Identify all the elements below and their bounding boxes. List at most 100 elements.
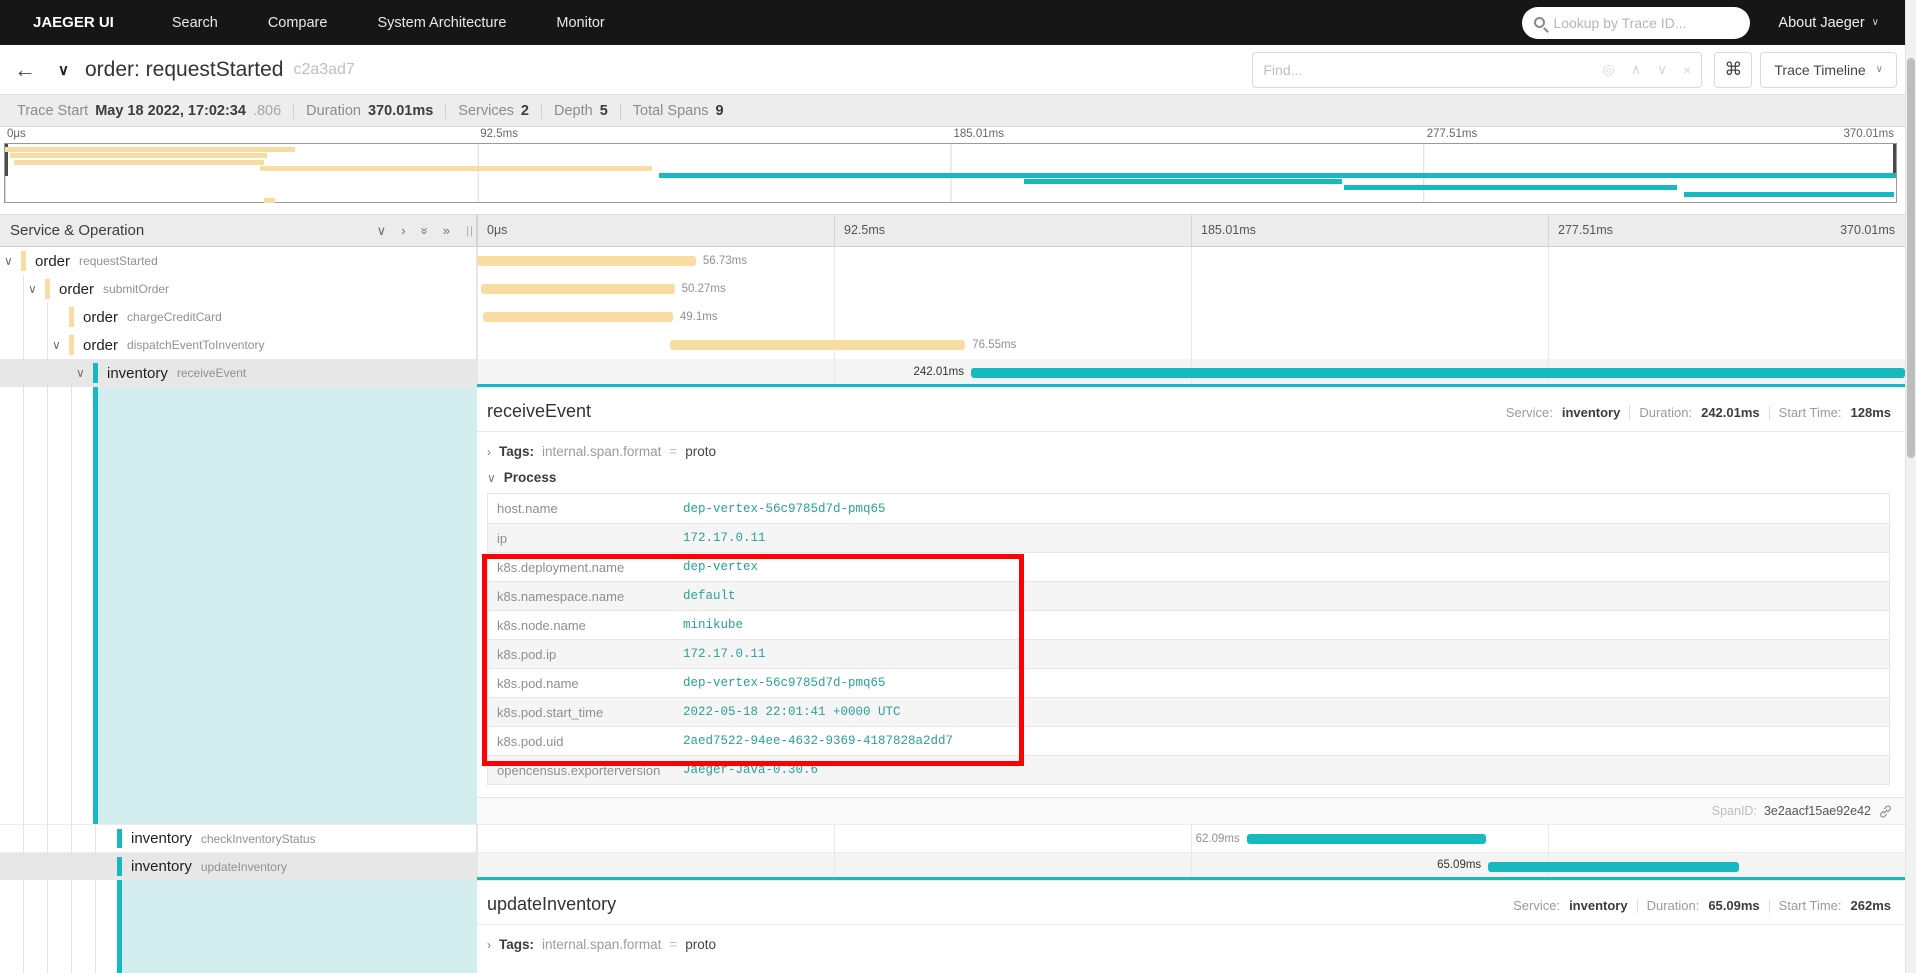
detail-info-label: Duration: <box>1639 405 1692 420</box>
scrollbar-thumb[interactable] <box>1907 58 1915 458</box>
expand-one-icon[interactable]: › <box>401 223 405 239</box>
grid-header: Service & Operation ∨ › » » || 0μs92.5ms… <box>0 214 1905 247</box>
tags-toggle-row[interactable]: ›Tags:internal.span.format=proto <box>477 932 1905 957</box>
process-kv-row: k8s.deployment.namedep-vertex <box>488 552 1889 581</box>
minimap-right-handle[interactable] <box>1893 144 1896 176</box>
summary-stat: Services2 <box>446 103 541 119</box>
stat-value: 370.01ms <box>368 103 433 119</box>
span-row[interactable]: orderchargeCreditCard49.1ms <box>0 303 1905 331</box>
collapse-trace-icon[interactable]: ∨ <box>58 61 69 79</box>
span-row[interactable]: inventoryupdateInventory65.09ms <box>0 852 1905 880</box>
minimap-span-line <box>260 166 651 171</box>
collapse-toggle-icon[interactable]: ∨ <box>52 339 61 351</box>
span-id-label: SpanID: <box>1712 804 1757 818</box>
process-kv-row: k8s.node.nameminikube <box>488 610 1889 639</box>
collapse-all-icon[interactable]: » <box>416 227 432 234</box>
span-bar[interactable] <box>971 368 1905 378</box>
span-bar[interactable] <box>481 284 675 294</box>
span-name-group: ordersubmitOrder <box>59 275 169 303</box>
span-row[interactable]: ∨inventoryreceiveEvent242.01ms <box>0 359 1905 387</box>
chevron-right-icon: › <box>487 938 491 952</box>
process-key: k8s.pod.start_time <box>488 705 683 720</box>
service-color-swatch <box>45 279 50 299</box>
span-row[interactable]: ∨ordersubmitOrder50.27ms <box>0 275 1905 303</box>
about-jaeger-label: About Jaeger <box>1778 15 1864 31</box>
span-bar[interactable] <box>483 312 672 322</box>
detail-info-value: inventory <box>1569 898 1628 913</box>
detail-info-value: 242.01ms <box>1701 405 1760 420</box>
summary-stat: Trace StartMay 18 2022, 17:02:34.806 <box>5 103 293 119</box>
chevron-right-icon: › <box>487 445 491 459</box>
clear-find-icon[interactable]: × <box>1683 62 1691 78</box>
about-jaeger-menu[interactable]: About Jaeger ∨ <box>1778 15 1879 31</box>
process-key: opencensus.exporterversion <box>488 763 683 778</box>
span-row[interactable]: inventorycheckInventoryStatus62.09ms <box>0 824 1905 852</box>
trace-view-selector[interactable]: Trace Timeline ∨ <box>1760 52 1897 88</box>
find-input[interactable] <box>1263 62 1602 78</box>
nav-item-search[interactable]: Search <box>172 15 218 31</box>
prev-match-icon[interactable]: ∧ <box>1631 61 1641 78</box>
tree-guide-line <box>71 853 72 880</box>
nav-item-system-architecture[interactable]: System Architecture <box>377 15 506 31</box>
summary-stat: Depth5 <box>542 103 620 119</box>
column-resizer-handle[interactable]: || <box>466 225 474 237</box>
tree-guide-line <box>47 303 48 331</box>
trace-id-search-input[interactable] <box>1553 15 1738 31</box>
span-row[interactable]: ∨orderdispatchEventToInventory76.55ms <box>0 331 1905 359</box>
tree-guide-line <box>23 853 24 880</box>
collapse-one-icon[interactable]: ∨ <box>377 223 387 239</box>
expand-all-icon[interactable]: » <box>443 223 450 239</box>
minimap-span-line <box>659 173 1896 178</box>
timeline-minimap[interactable] <box>4 143 1897 203</box>
nav-items: Search Compare System Architecture Monitor <box>172 15 605 31</box>
span-bar[interactable] <box>670 340 965 350</box>
link-icon[interactable] <box>1878 804 1893 819</box>
tree-guide-line <box>47 387 48 824</box>
detail-info-separator <box>1769 406 1770 420</box>
tree-guide-line <box>95 880 96 973</box>
process-key: host.name <box>488 501 683 516</box>
span-row-timeline-cell: 242.01ms <box>477 359 1905 387</box>
span-bar[interactable] <box>1247 834 1487 844</box>
brand-logo[interactable]: JAEGER UI <box>33 14 114 31</box>
service-color-swatch <box>93 363 98 383</box>
span-bar[interactable] <box>477 256 696 266</box>
next-match-icon[interactable]: ∨ <box>1657 61 1667 78</box>
span-duration-label: 62.09ms <box>1196 833 1240 845</box>
collapse-toggle-icon[interactable]: ∨ <box>76 367 85 379</box>
span-id-footer: SpanID:3e2aacf15ae92e42 <box>477 797 1905 824</box>
detail-divider <box>477 924 1905 925</box>
collapse-toggle-icon[interactable]: ∨ <box>4 255 13 267</box>
tree-guide-line <box>71 359 72 387</box>
minimap-span-line <box>264 198 275 203</box>
collapse-toggle-icon[interactable]: ∨ <box>28 283 37 295</box>
span-row[interactable]: ∨orderrequestStarted56.73ms <box>0 247 1905 275</box>
detail-header: updateInventoryService:inventoryDuration… <box>477 881 1905 924</box>
span-bar[interactable] <box>1488 862 1739 872</box>
tree-guide-line <box>23 303 24 331</box>
tags-toggle-row[interactable]: ›Tags:internal.span.format=proto <box>477 439 1905 464</box>
service-color-swatch <box>117 829 122 848</box>
ruler-tick-label: 185.01ms <box>1191 223 1256 237</box>
tree-guide-line <box>47 331 48 359</box>
minimap-time-labels: 0μs92.5ms185.01ms277.51ms370.01ms <box>4 127 1897 143</box>
focus-match-icon[interactable]: ◎ <box>1602 61 1614 78</box>
stat-label: Total Spans <box>633 103 709 119</box>
keyboard-shortcuts-button[interactable]: ⌘ <box>1714 52 1752 88</box>
process-value: dep-vertex-56c9785d7d-pmq65 <box>683 502 886 516</box>
stat-value: May 18 2022, 17:02:34 <box>95 103 246 119</box>
detail-info-label: Start Time: <box>1779 405 1842 420</box>
trace-id-search[interactable] <box>1522 7 1750 39</box>
jaeger-trace-page: JAEGER UI Search Compare System Architectu… <box>0 0 1916 973</box>
span-row-name-cell: ∨inventoryreceiveEvent <box>0 359 477 387</box>
process-kv-row: host.namedep-vertex-56c9785d7d-pmq65 <box>488 494 1889 523</box>
process-toggle-row[interactable]: ∨Process <box>477 464 1905 490</box>
minimap-tick-label: 370.01ms <box>1843 128 1894 140</box>
summary-stat: Total Spans9 <box>621 103 736 119</box>
nav-item-monitor[interactable]: Monitor <box>556 15 604 31</box>
back-arrow-button[interactable]: ← <box>14 59 36 81</box>
nav-item-compare[interactable]: Compare <box>268 15 328 31</box>
service-name: inventory <box>131 858 192 875</box>
process-key: k8s.namespace.name <box>488 589 683 604</box>
search-icon <box>1534 17 1545 28</box>
